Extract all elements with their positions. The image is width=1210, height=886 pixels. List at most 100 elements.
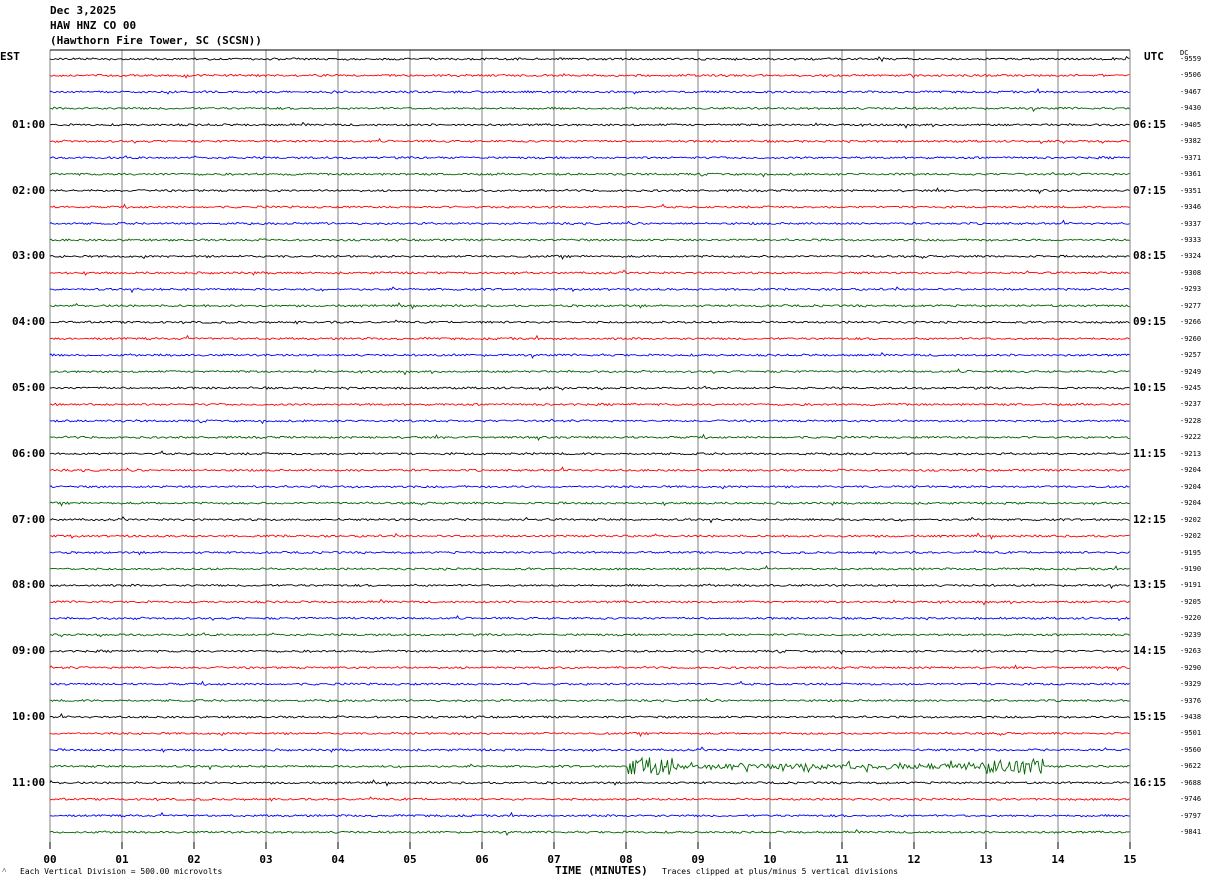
dc-offset-value: -9361	[1180, 170, 1202, 179]
dc-offset-value: -9688	[1180, 778, 1202, 787]
trace-line-29	[49, 532, 1130, 540]
trace-line-22	[49, 418, 1130, 425]
trace-line-0	[49, 55, 1130, 63]
dc-offset-value: -9382	[1180, 137, 1202, 146]
left-hour-label: 07:00	[12, 512, 46, 526]
trace-line-15	[50, 302, 1130, 310]
left-hour-label: 09:00	[12, 644, 46, 658]
dc-offset-value: -9376	[1180, 696, 1202, 705]
dc-offset-value: -9257	[1180, 351, 1202, 360]
left-hour-label: 11:00	[12, 775, 46, 789]
dc-offset-value: -9220	[1180, 614, 1202, 623]
x-tick-label: 06	[475, 853, 489, 866]
dc-offset-value: -9797	[1180, 811, 1202, 820]
trace-line-33	[49, 598, 1130, 606]
right-hour-label: 09:15	[1133, 315, 1167, 329]
trace-line-2	[49, 87, 1130, 95]
x-tick-label: 13	[979, 853, 993, 866]
trace-line-1	[49, 72, 1130, 79]
x-tick-label: 15	[1123, 853, 1137, 866]
trace-line-45	[49, 796, 1130, 802]
dc-offset-value: -9260	[1180, 334, 1202, 343]
dc-offset-value: -9337	[1180, 219, 1202, 228]
left-hour-label: 04:00	[12, 315, 46, 329]
dc-offset-value: -9228	[1180, 416, 1202, 425]
dc-offset-value: -9622	[1180, 762, 1202, 771]
trace-line-44	[49, 779, 1130, 787]
dc-offset-value: -9204	[1180, 482, 1202, 491]
trace-line-14	[49, 286, 1130, 294]
trace-line-5	[49, 137, 1130, 145]
trace-line-35	[49, 632, 1130, 638]
trace-line-25	[49, 466, 1130, 473]
trace-line-36	[49, 649, 1130, 655]
scale-marker: ˄	[2, 866, 7, 875]
dc-offset-value: -9222	[1180, 433, 1202, 442]
dc-offset-value: -9293	[1180, 285, 1202, 294]
x-axis-title: TIME (MINUTES)	[555, 864, 648, 877]
header-station: HAW HNZ CO 00	[50, 19, 137, 32]
x-tick-label: 05	[403, 853, 417, 866]
dc-offset-value: -9190	[1180, 564, 1202, 573]
dc-offset-value: -9266	[1180, 318, 1202, 327]
right-hour-label: 11:15	[1133, 446, 1167, 460]
right-hour-label: 10:15	[1133, 381, 1167, 394]
dc-offset-value: -9501	[1180, 729, 1202, 738]
dc-offset-value: -9506	[1180, 71, 1202, 80]
x-tick-label: 12	[907, 853, 921, 866]
trace-line-8	[49, 187, 1130, 195]
trace-line-38	[49, 680, 1130, 687]
dc-offset-value: -9204	[1180, 466, 1202, 475]
trace-line-17	[50, 334, 1130, 341]
trace-line-21	[49, 402, 1130, 407]
dc-offset-value: -9202	[1180, 515, 1202, 524]
footer-vertical-division: Each Vertical Division = 500.00 microvol…	[20, 867, 223, 876]
dc-offset-value: -9249	[1180, 367, 1202, 376]
dc-offset-value: -9239	[1180, 630, 1202, 639]
left-hour-label: 05:00	[12, 381, 46, 394]
trace-line-39	[49, 697, 1130, 703]
right-timezone-label: UTC	[1144, 50, 1164, 63]
trace-line-7	[49, 172, 1130, 178]
dc-offset-value: -9204	[1180, 499, 1202, 508]
right-hour-label: 14:15	[1133, 644, 1167, 658]
trace-line-10	[49, 219, 1130, 226]
right-hour-label: 08:15	[1133, 249, 1167, 263]
x-tick-label: 00	[43, 853, 57, 866]
seismic-traces	[49, 55, 1130, 836]
dc-offset-value: -9213	[1180, 449, 1202, 458]
x-tick-label: 14	[1051, 853, 1065, 866]
trace-line-26	[49, 484, 1130, 490]
trace-line-4	[49, 121, 1130, 129]
dc-offset-value: -9371	[1180, 153, 1202, 162]
trace-line-19	[49, 368, 1130, 376]
x-tick-label: 11	[835, 853, 849, 866]
x-tick-label: 04	[331, 853, 345, 866]
trace-line-20	[49, 385, 1130, 391]
dc-offset-value: -9329	[1180, 680, 1202, 689]
dc-offset-value: -9191	[1180, 581, 1202, 590]
dc-offset-value: -9405	[1180, 120, 1202, 129]
dc-offset-value: -9333	[1180, 235, 1202, 244]
trace-line-40	[49, 713, 1130, 719]
dc-offset-value: -9195	[1180, 548, 1202, 557]
trace-line-43	[49, 756, 1130, 776]
trace-line-41	[49, 731, 1130, 738]
trace-line-6	[49, 155, 1130, 160]
dc-offset-value: -9263	[1180, 647, 1202, 656]
left-timezone-label: EST	[0, 50, 20, 63]
dc-offset-value: -9202	[1180, 532, 1202, 541]
x-tick-label: 03	[259, 853, 273, 866]
right-hour-label: 12:15	[1133, 512, 1167, 526]
left-hour-label: 06:00	[12, 446, 46, 460]
footer-clipping-note: Traces clipped at plus/minus 5 vertical …	[662, 867, 899, 876]
x-tick-label: 01	[115, 853, 129, 866]
time-grid	[49, 49, 1131, 849]
trace-line-18	[49, 352, 1130, 359]
trace-line-47	[49, 829, 1130, 836]
trace-line-23	[49, 433, 1130, 441]
trace-line-34	[49, 615, 1130, 622]
trace-line-32	[49, 583, 1130, 590]
trace-line-42	[49, 746, 1130, 753]
dc-offset-value: -9560	[1180, 745, 1202, 754]
